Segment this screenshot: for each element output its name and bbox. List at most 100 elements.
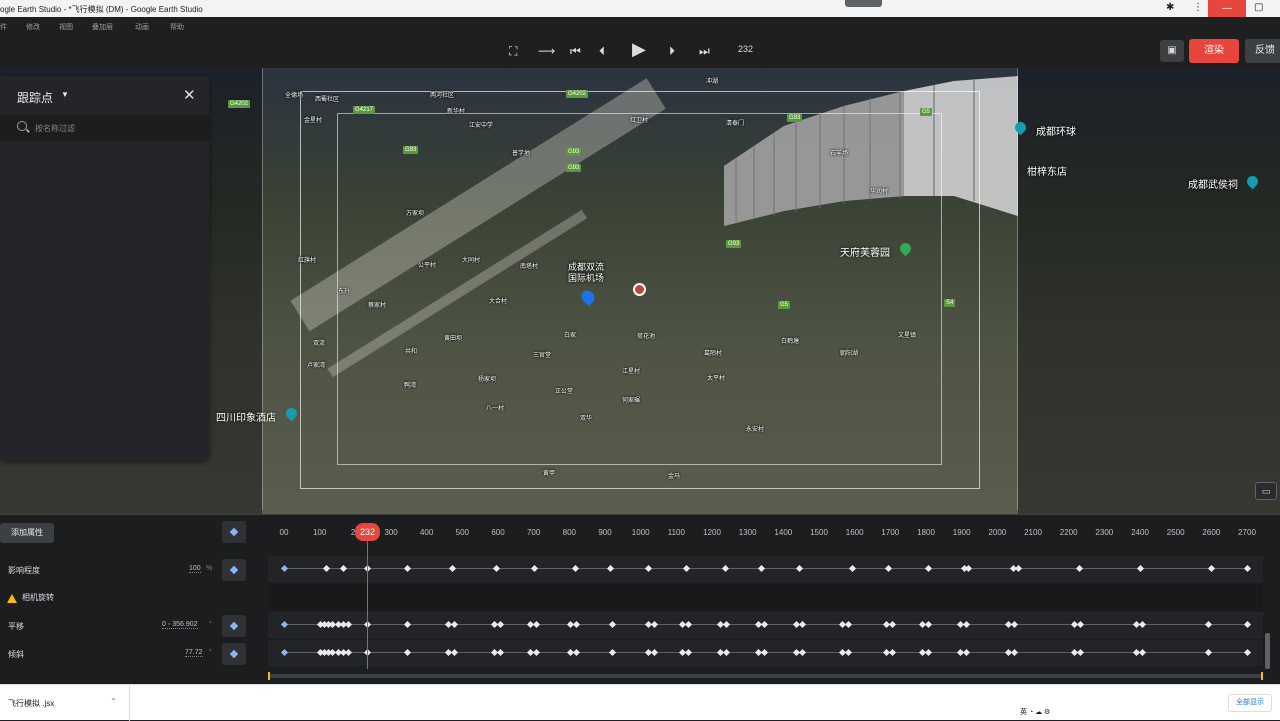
arrow-right-icon[interactable]: ⟶ bbox=[538, 41, 555, 61]
keyframe[interactable] bbox=[530, 564, 539, 573]
keyframe[interactable] bbox=[344, 620, 353, 629]
keyframe[interactable] bbox=[322, 564, 331, 573]
step-forward-icon[interactable]: ⏵ bbox=[669, 41, 675, 61]
tracking-panel-title[interactable]: 跟踪点 bbox=[17, 89, 53, 106]
keyframe[interactable] bbox=[795, 564, 804, 573]
keyframe[interactable] bbox=[798, 620, 807, 629]
menu-view[interactable]: 视图 bbox=[59, 22, 73, 32]
keyframe[interactable] bbox=[280, 648, 289, 657]
keyframe[interactable] bbox=[344, 648, 353, 657]
close-icon[interactable]: ✕ bbox=[183, 86, 196, 104]
extension-icon[interactable]: ✱ bbox=[1166, 2, 1174, 13]
keyframe[interactable] bbox=[608, 648, 617, 657]
keyframe[interactable] bbox=[962, 620, 971, 629]
keyframe[interactable] bbox=[1243, 648, 1252, 657]
keyframe[interactable] bbox=[884, 564, 893, 573]
keyframe[interactable] bbox=[403, 620, 412, 629]
step-back-icon[interactable]: ⏴ bbox=[599, 41, 605, 61]
keyframe-nav-button[interactable] bbox=[222, 521, 246, 543]
viewport-mode-icon[interactable]: ▭ bbox=[1255, 482, 1277, 500]
menu-animation[interactable]: 动画 bbox=[135, 22, 149, 32]
download-item[interactable]: 飞行模拟 .jsx ⌃ bbox=[0, 685, 130, 721]
keyframe[interactable] bbox=[844, 620, 853, 629]
fullscreen-icon[interactable]: ⛶ bbox=[509, 41, 517, 61]
keyframe[interactable] bbox=[962, 648, 971, 657]
track-tilt[interactable] bbox=[268, 640, 1263, 666]
skip-end-icon[interactable]: ⏭ bbox=[699, 41, 710, 61]
keyframe[interactable] bbox=[280, 620, 289, 629]
keyframe[interactable] bbox=[798, 648, 807, 657]
keyframe[interactable] bbox=[682, 564, 691, 573]
keyframe[interactable] bbox=[722, 620, 731, 629]
keyframe[interactable] bbox=[848, 564, 857, 573]
caret-down-icon[interactable]: ▼ bbox=[61, 90, 69, 99]
minimize-button[interactable]: — bbox=[1208, 0, 1246, 17]
menu-help[interactable]: 帮助 bbox=[170, 22, 184, 32]
chevron-up-icon[interactable]: ⌃ bbox=[110, 697, 117, 706]
keyframe[interactable] bbox=[924, 620, 933, 629]
track-camera-rotation[interactable] bbox=[268, 584, 1263, 610]
keyframe[interactable] bbox=[403, 648, 412, 657]
keyframe[interactable] bbox=[403, 564, 412, 573]
vertical-scrollbar[interactable] bbox=[1265, 633, 1270, 669]
keyframe[interactable] bbox=[572, 648, 581, 657]
keyframe[interactable] bbox=[722, 648, 731, 657]
keyframe[interactable] bbox=[1010, 648, 1019, 657]
keyframe[interactable] bbox=[650, 620, 659, 629]
keyframe[interactable] bbox=[571, 564, 580, 573]
add-property-button[interactable]: 添加属性 bbox=[0, 523, 54, 543]
render-button[interactable]: 渲染 bbox=[1189, 39, 1239, 63]
keyframe[interactable] bbox=[1075, 564, 1084, 573]
keyframe[interactable] bbox=[760, 648, 769, 657]
skip-start-icon[interactable]: ⏮ bbox=[570, 41, 581, 61]
more-menu-icon[interactable]: ⋮ bbox=[1193, 2, 1203, 13]
keyframe[interactable] bbox=[844, 648, 853, 657]
tracking-filter-input[interactable] bbox=[35, 120, 195, 136]
scroll-handle-right[interactable] bbox=[1261, 672, 1263, 680]
timeline-scrollbar[interactable] bbox=[268, 674, 1263, 678]
maximize-icon[interactable]: ▢ bbox=[1254, 2, 1263, 13]
keyframe[interactable] bbox=[757, 564, 766, 573]
play-icon[interactable]: ▶ bbox=[632, 39, 646, 59]
keyframe[interactable] bbox=[1076, 620, 1085, 629]
keyframe[interactable] bbox=[650, 648, 659, 657]
track-influence[interactable] bbox=[268, 556, 1263, 582]
feedback-button[interactable]: 反馈 bbox=[1245, 39, 1280, 63]
timeline-ruler[interactable]: 0010020300400500600700800900100011001200… bbox=[268, 521, 1263, 547]
keyframe[interactable] bbox=[496, 620, 505, 629]
menu-overlay[interactable]: 叠加层 bbox=[92, 22, 113, 32]
keyframe[interactable] bbox=[606, 564, 615, 573]
keyframe-toggle-button[interactable] bbox=[222, 643, 246, 665]
keyframe[interactable] bbox=[684, 620, 693, 629]
image-icon[interactable]: ▣ bbox=[1160, 40, 1184, 62]
show-all-downloads-button[interactable]: 全部显示 bbox=[1228, 694, 1272, 712]
scroll-handle-left[interactable] bbox=[268, 672, 270, 680]
track-pan[interactable] bbox=[268, 612, 1263, 638]
keyframe[interactable] bbox=[1014, 564, 1023, 573]
keyframe[interactable] bbox=[964, 564, 973, 573]
keyframe[interactable] bbox=[924, 648, 933, 657]
keyframe[interactable] bbox=[1076, 648, 1085, 657]
menu-file[interactable]: 件 bbox=[0, 22, 7, 32]
keyframe[interactable] bbox=[924, 564, 933, 573]
keyframe[interactable] bbox=[1204, 620, 1213, 629]
keyframe[interactable] bbox=[532, 620, 541, 629]
keyframe[interactable] bbox=[888, 648, 897, 657]
property-tilt-value[interactable]: 77.72 bbox=[185, 649, 203, 657]
keyframe[interactable] bbox=[339, 564, 348, 573]
keyframe[interactable] bbox=[1204, 648, 1213, 657]
keyframe[interactable] bbox=[608, 620, 617, 629]
keyframe-toggle-button[interactable] bbox=[222, 615, 246, 637]
keyframe[interactable] bbox=[450, 620, 459, 629]
keyframe[interactable] bbox=[721, 564, 730, 573]
property-pan-value[interactable]: 0 ◦ 356.902 bbox=[162, 621, 198, 629]
keyframe[interactable] bbox=[532, 648, 541, 657]
playhead[interactable]: 232 bbox=[355, 523, 380, 541]
window-grip[interactable] bbox=[845, 0, 882, 7]
keyframe[interactable] bbox=[760, 620, 769, 629]
keyframe-toggle-button[interactable] bbox=[222, 559, 246, 581]
property-influence-value[interactable]: 100 bbox=[189, 565, 201, 573]
keyframe[interactable] bbox=[644, 564, 653, 573]
keyframe[interactable] bbox=[572, 620, 581, 629]
keyframe[interactable] bbox=[1243, 620, 1252, 629]
